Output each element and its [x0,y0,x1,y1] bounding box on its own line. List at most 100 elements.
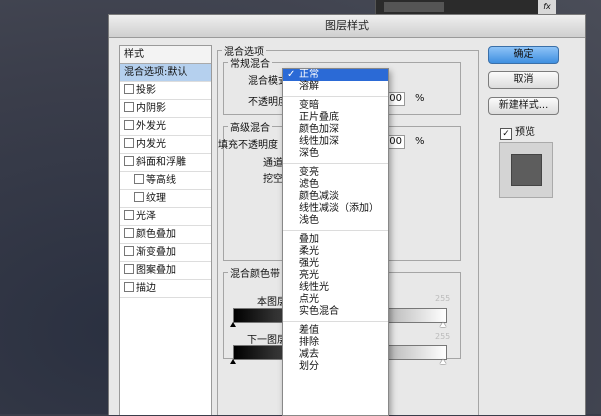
style-checkbox[interactable] [134,192,144,202]
blend-mode-option[interactable]: 变暗 [283,100,388,112]
blend-mode-option-label: 溶解 [299,81,319,92]
blend-mode-option[interactable]: 线性减淡（添加） [283,203,388,215]
blend-mode-option-label: 柔光 [299,246,319,257]
style-list-item[interactable]: 混合选项:默认 [120,64,211,82]
blend-mode-option-label: 排除 [299,337,319,348]
blend-mode-option-label: 亮光 [299,270,319,281]
blend-mode-option-label: 颜色减淡 [299,191,339,202]
opacity-unit: % [415,93,425,104]
preview-checkbox[interactable]: ✓ 预览 [500,123,535,140]
blend-mode-option[interactable]: 滤色 [283,179,388,191]
fx-icon[interactable]: fx [538,0,556,14]
underlying-white-slider[interactable] [440,359,446,364]
underlying-layer-label: 下一图层 [247,335,287,346]
blend-mode-option[interactable]: 正片叠底 [283,112,388,124]
blend-mode-option[interactable]: 叠加 [283,234,388,246]
blend-mode-option[interactable]: 划分 [283,361,388,373]
blend-mode-option-label: 深色 [299,148,319,159]
blend-mode-option[interactable]: 实色混合 [283,306,388,318]
style-checkbox[interactable] [124,156,134,166]
style-list-item[interactable]: 渐变叠加 [120,244,211,262]
blend-mode-option[interactable]: 溶解 [283,81,388,93]
blend-mode-dropdown-menu[interactable]: ✓ 正常 溶解变暗 正片叠底 颜色加深 线性加深 深色变亮 滤色 颜色减淡 线性减淡（添加） 浅色叠… [282,68,389,416]
blend-mode-option[interactable]: 颜色加深 [283,124,388,136]
fill-opacity-unit: % [415,136,425,147]
style-list-item[interactable]: 内发光 [120,136,211,154]
blend-mode-option[interactable]: 亮光 [283,270,388,282]
layers-panel-strip: fx [375,0,556,14]
new-style-button[interactable]: 新建样式... [488,97,559,115]
style-checkbox[interactable] [124,102,134,112]
blend-mode-option[interactable]: 颜色减淡 [283,191,388,203]
blend-mode-option[interactable]: 深色 [283,148,388,160]
blend-mode-option-label: 差值 [299,325,319,336]
style-checkbox[interactable] [124,228,134,238]
blend-mode-option[interactable]: 变亮 [283,167,388,179]
dialog-title: 图层样式 [109,15,585,38]
blend-mode-option[interactable]: 点光 [283,294,388,306]
blend-if-title: 混合颜色带 [230,269,280,280]
style-list-item[interactable]: 颜色叠加 [120,226,211,244]
this-layer-white-slider[interactable] [440,322,446,327]
blend-mode-option[interactable]: 差值 [283,325,388,337]
menu-separator [283,96,388,97]
blend-mode-option-label: 线性加深 [299,136,339,147]
style-checkbox[interactable] [124,264,134,274]
style-checkbox[interactable] [124,246,134,256]
style-list-item[interactable]: 内阴影 [120,100,211,118]
underlying-layer-value: 255 [435,332,451,341]
style-checkbox[interactable] [134,174,144,184]
channels-label: 通道 [263,158,283,169]
general-blending-title: 常规混合 [230,59,270,70]
blend-mode-option[interactable]: 强光 [283,258,388,270]
underlying-black-slider[interactable] [230,359,236,364]
blend-mode-option-label: 点光 [299,294,319,305]
blend-mode-option[interactable]: 线性加深 [283,136,388,148]
blend-mode-option-label: 划分 [299,361,319,372]
blend-mode-option[interactable]: 浅色 [283,215,388,227]
preview-check-icon[interactable]: ✓ [500,128,512,140]
blend-mode-option-label: 滤色 [299,179,319,190]
style-list-item[interactable]: 斜面和浮雕 [120,154,211,172]
blend-mode-option-label: 浅色 [299,215,319,226]
style-list-item[interactable]: 光泽 [120,208,211,226]
style-preview [499,142,553,198]
style-list-item[interactable]: 投影 [120,82,211,100]
style-list-item[interactable]: 等高线 [120,172,211,190]
style-list-item[interactable]: 图案叠加 [120,262,211,280]
style-checkbox[interactable] [124,84,134,94]
blend-mode-option[interactable]: ✓ 正常 [283,69,388,81]
menu-separator [283,163,388,164]
style-checkbox[interactable] [124,138,134,148]
style-list-item[interactable]: 纹理 [120,190,211,208]
blend-mode-option-label: 强光 [299,258,319,269]
ok-button[interactable]: 确定 [488,46,559,64]
blend-mode-option[interactable]: 减去 [283,349,388,361]
style-list-item-label: 等高线 [146,175,176,186]
this-layer-black-slider[interactable] [230,322,236,327]
style-list-item[interactable]: 描边 [120,280,211,298]
style-checkbox[interactable] [124,282,134,292]
style-list-item[interactable]: 外发光 [120,118,211,136]
style-preview-swatch [511,154,542,186]
layer-thumbnail [384,2,444,12]
blend-mode-option-label: 实色混合 [299,306,339,317]
blend-mode-option[interactable]: 柔光 [283,246,388,258]
style-list-item-label: 图案叠加 [136,265,176,276]
blend-mode-option-label: 颜色加深 [299,124,339,135]
blend-mode-option-label: 正片叠底 [299,112,339,123]
blend-mode-option[interactable]: 线性光 [283,282,388,294]
blend-mode-option-label: 变亮 [299,167,319,178]
fill-opacity-label: 填充不透明度 [218,140,278,151]
blend-mode-option-label: 线性减淡（添加） [299,203,379,214]
blend-mode-option[interactable]: 排除 [283,337,388,349]
check-icon: ✓ [287,69,296,80]
style-list-item-label: 投影 [136,85,156,96]
style-list-item-label: 外发光 [136,121,166,132]
cancel-button[interactable]: 取消 [488,71,559,89]
preview-label: 预览 [515,127,535,138]
style-checkbox[interactable] [124,210,134,220]
style-list-item-label: 纹理 [146,193,166,204]
style-list-item-label: 描边 [136,283,156,294]
style-checkbox[interactable] [124,120,134,130]
